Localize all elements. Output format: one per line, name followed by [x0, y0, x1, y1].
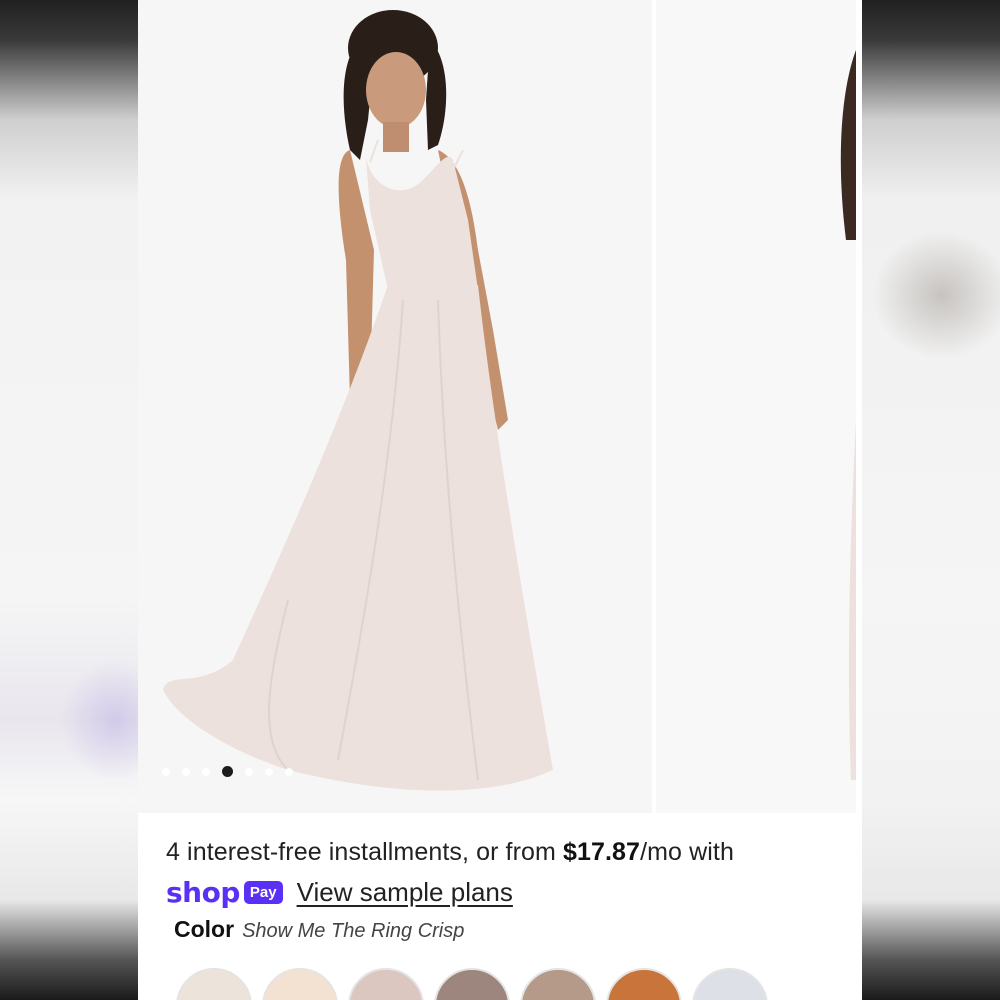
color-swatch[interactable]: [348, 968, 424, 1000]
installments-suffix: /mo with: [640, 838, 734, 866]
shop-pay-badge: Pay: [243, 881, 283, 904]
selected-color-name: Show Me The Ring Crisp: [242, 920, 465, 942]
shop-pay-row: shop Pay View sample plans: [166, 876, 513, 909]
installments-prefix: 4 interest-free installments, or from: [166, 838, 563, 866]
blurred-backdrop-right: [862, 0, 1000, 1000]
next-image-peek: [656, 0, 856, 813]
pagination-dot[interactable]: [182, 767, 190, 776]
color-swatch[interactable]: [606, 968, 682, 1000]
installment-price: $17.87: [563, 838, 641, 866]
color-swatch[interactable]: [434, 968, 510, 1000]
model-in-dress-image: [138, 0, 652, 813]
gallery-pagination: [162, 766, 293, 777]
pagination-dot[interactable]: [265, 767, 273, 776]
product-image-next[interactable]: [656, 0, 856, 813]
view-sample-plans-link[interactable]: View sample plans: [297, 877, 513, 908]
blurred-backdrop-left: [0, 0, 138, 1000]
color-swatch[interactable]: [692, 968, 768, 1000]
color-selection-row: Color Show Me The Ring Crisp: [174, 916, 464, 943]
color-swatch[interactable]: [520, 968, 596, 1000]
product-image-main[interactable]: [138, 0, 652, 813]
installments-text: 4 interest-free installments, or from $1…: [166, 838, 734, 867]
pagination-dot[interactable]: [245, 767, 253, 776]
color-label: Color: [174, 916, 235, 942]
shop-pay-logo: shop: [166, 876, 240, 909]
color-swatches: [176, 968, 768, 1000]
pagination-dot-active[interactable]: [222, 766, 233, 777]
pagination-dot[interactable]: [285, 767, 293, 776]
product-image-gallery[interactable]: [138, 0, 862, 813]
color-swatch[interactable]: [176, 968, 252, 1000]
pagination-dot[interactable]: [162, 767, 170, 776]
color-swatch[interactable]: [262, 968, 338, 1000]
product-page: 4 interest-free installments, or from $1…: [138, 0, 862, 1000]
pagination-dot[interactable]: [202, 767, 210, 776]
